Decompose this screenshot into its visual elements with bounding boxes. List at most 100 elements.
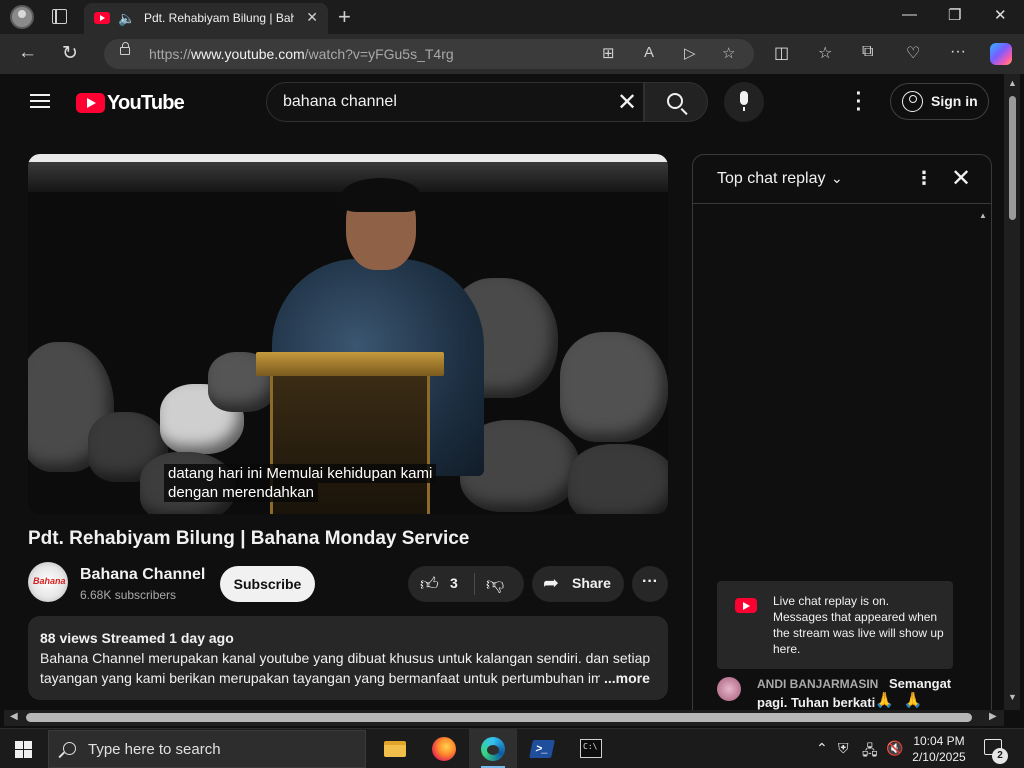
network-icon[interactable]: 🖧 xyxy=(862,740,878,764)
stage-rock xyxy=(560,332,668,442)
scrollbar-thumb[interactable] xyxy=(1009,96,1016,220)
browser-essentials-icon[interactable]: ♡ xyxy=(906,43,920,63)
scroll-down-icon[interactable]: ▼ xyxy=(1008,692,1017,702)
chevron-down-icon[interactable]: ⌄ xyxy=(831,170,843,187)
windows-start-icon[interactable] xyxy=(15,741,32,758)
volume-muted-icon[interactable]: 🔇 xyxy=(886,740,903,757)
security-icon[interactable]: ⛨ xyxy=(838,740,849,757)
more-actions-button[interactable]: ··· xyxy=(632,566,668,602)
window-close-icon[interactable]: ✕ xyxy=(994,6,1007,24)
notification-count-badge: 2 xyxy=(992,748,1008,764)
sign-in-label: Sign in xyxy=(931,93,978,109)
page-vertical-scrollbar[interactable]: ▲ ▼ xyxy=(1004,74,1020,710)
channel-avatar[interactable]: Bahana xyxy=(28,562,68,602)
scroll-up-icon[interactable]: ▲ xyxy=(1008,78,1017,88)
description-line: tayangan yang kami berikan merupakan tay… xyxy=(40,670,603,686)
search-icon xyxy=(63,742,76,755)
close-chat-icon[interactable]: ✕ xyxy=(951,164,971,193)
edge-app[interactable] xyxy=(469,729,517,768)
favorites-icon[interactable]: ☆ xyxy=(818,43,832,63)
windows-taskbar: Type here to search >_ C:\ ⌃ ⛨ 🖧 🔇 10:04… xyxy=(0,728,1024,768)
praying-hands-icon: 🙏🙏 xyxy=(875,692,933,709)
app-available-icon[interactable]: ⊞ xyxy=(602,44,615,62)
search-input[interactable]: bahana channel xyxy=(283,93,397,111)
restore-icon[interactable]: ❐ xyxy=(948,6,961,24)
new-tab-icon[interactable]: + xyxy=(338,4,351,30)
account-icon xyxy=(902,91,923,112)
refresh-icon[interactable]: ↻ xyxy=(62,42,78,65)
search-button[interactable] xyxy=(644,82,708,122)
audio-playing-icon[interactable]: 🔈 xyxy=(118,10,135,27)
split-screen-icon[interactable]: ◫ xyxy=(774,43,789,63)
clock-date: 2/10/2025 xyxy=(912,750,966,764)
share-label: Share xyxy=(572,575,611,591)
like-dislike-group: 👍︎ 3 👎︎ xyxy=(408,566,524,602)
lock-icon[interactable] xyxy=(120,42,130,55)
sign-in-button[interactable]: Sign in xyxy=(890,83,989,120)
scrollbar-thumb[interactable] xyxy=(26,713,972,722)
video-control-icon[interactable]: ▷ xyxy=(684,44,696,62)
url-text[interactable]: https://www.youtube.com/watch?v=yFGu5s_T… xyxy=(149,46,454,62)
browser-tab-bar: 🔈 Pdt. Rehabiyam Bilung | Bahana Monday … xyxy=(0,0,1024,34)
subscribe-button[interactable]: Subscribe xyxy=(220,566,315,602)
minimize-icon[interactable]: — xyxy=(902,6,917,23)
chat-options-icon[interactable]: ⋮ xyxy=(915,168,933,189)
clock-time: 10:04 PM xyxy=(913,734,965,748)
taskbar-search-box[interactable]: Type here to search xyxy=(48,730,366,768)
back-icon[interactable]: ← xyxy=(18,42,37,64)
file-explorer-app[interactable] xyxy=(371,729,419,768)
share-button[interactable]: ➦ Share xyxy=(532,566,624,602)
chat-mode-selector[interactable]: Top chat replay xyxy=(717,170,826,188)
edge-icon xyxy=(481,737,505,761)
browser-tab-active[interactable]: 🔈 Pdt. Rehabiyam Bilung | Bahana Monday … xyxy=(84,3,328,34)
thumbs-up-icon[interactable]: 👍︎ xyxy=(420,573,439,595)
voice-search-button[interactable] xyxy=(724,82,764,122)
microphone-icon xyxy=(740,91,748,111)
firefox-app[interactable] xyxy=(420,729,468,768)
channel-avatar-logo: Bahana xyxy=(33,576,66,586)
notice-text: Live chat replay is on. Messages that ap… xyxy=(773,594,944,656)
stage-ceiling xyxy=(28,154,668,162)
scroll-left-icon[interactable]: ◀ xyxy=(10,711,18,722)
terminal-icon: C:\ xyxy=(580,739,602,758)
url-field[interactable]: https://www.youtube.com/watch?v=yFGu5s_T… xyxy=(104,39,754,69)
video-title: Pdt. Rehabiyam Bilung | Bahana Monday Se… xyxy=(28,528,470,549)
video-player[interactable]: datang hari ini Memulai kehidupan kami d… xyxy=(28,154,668,514)
read-aloud-icon[interactable]: A xyxy=(644,44,654,61)
scroll-right-icon[interactable]: ▶ xyxy=(989,711,997,722)
collections-icon[interactable]: ⧉ xyxy=(862,43,873,61)
favorite-star-icon[interactable]: ☆ xyxy=(722,44,735,62)
chat-scroll-up-icon[interactable]: ▲ xyxy=(979,211,987,220)
copilot-icon[interactable] xyxy=(990,43,1012,65)
description-line: Bahana Channel merupakan kanal youtube y… xyxy=(40,650,651,666)
close-tab-icon[interactable]: ✕ xyxy=(306,9,318,26)
youtube-icon xyxy=(735,598,757,613)
thumbs-down-icon[interactable]: 👎︎ xyxy=(486,573,504,595)
show-more-link[interactable]: ...more xyxy=(600,670,650,686)
chat-author-avatar[interactable] xyxy=(717,677,741,701)
youtube-logo[interactable]: YouTube xyxy=(76,92,185,114)
search-icon xyxy=(667,93,683,109)
tab-actions-icon[interactable] xyxy=(52,9,67,24)
clear-search-icon[interactable]: ✕ xyxy=(617,88,637,117)
youtube-logo-text: YouTube xyxy=(107,92,185,114)
like-count[interactable]: 3 xyxy=(450,575,458,591)
share-arrow-icon: ➦ xyxy=(543,573,559,594)
settings-kebab-icon[interactable]: · · · xyxy=(852,84,866,120)
terminal-app[interactable]: C:\ xyxy=(567,729,615,768)
profile-avatar-icon[interactable] xyxy=(10,5,34,29)
chat-author-name[interactable]: ANDI BANJARMASIN xyxy=(757,677,878,691)
channel-name[interactable]: Bahana Channel xyxy=(80,566,205,584)
chat-message-text: pagi. Tuhan berkati xyxy=(757,695,876,710)
search-box[interactable]: bahana channel ✕ xyxy=(266,82,644,122)
chat-replay-panel: Top chat replay ⌄ ⋮ ✕ ▲ Live chat replay… xyxy=(692,154,992,710)
system-clock[interactable]: 10:04 PM 2/10/2025 xyxy=(906,733,972,765)
settings-more-icon[interactable]: ··· xyxy=(950,43,966,61)
speaker-hair xyxy=(342,178,420,212)
powershell-app[interactable]: >_ xyxy=(518,729,566,768)
show-hidden-icons-icon[interactable]: ⌃ xyxy=(816,740,828,757)
page-horizontal-scrollbar[interactable]: ◀ ▶ xyxy=(4,710,1004,726)
menu-icon[interactable] xyxy=(30,94,50,108)
description-box[interactable]: 88 views Streamed 1 day ago Bahana Chann… xyxy=(28,616,668,700)
subscriber-count: 6.68K subscribers xyxy=(80,588,177,602)
